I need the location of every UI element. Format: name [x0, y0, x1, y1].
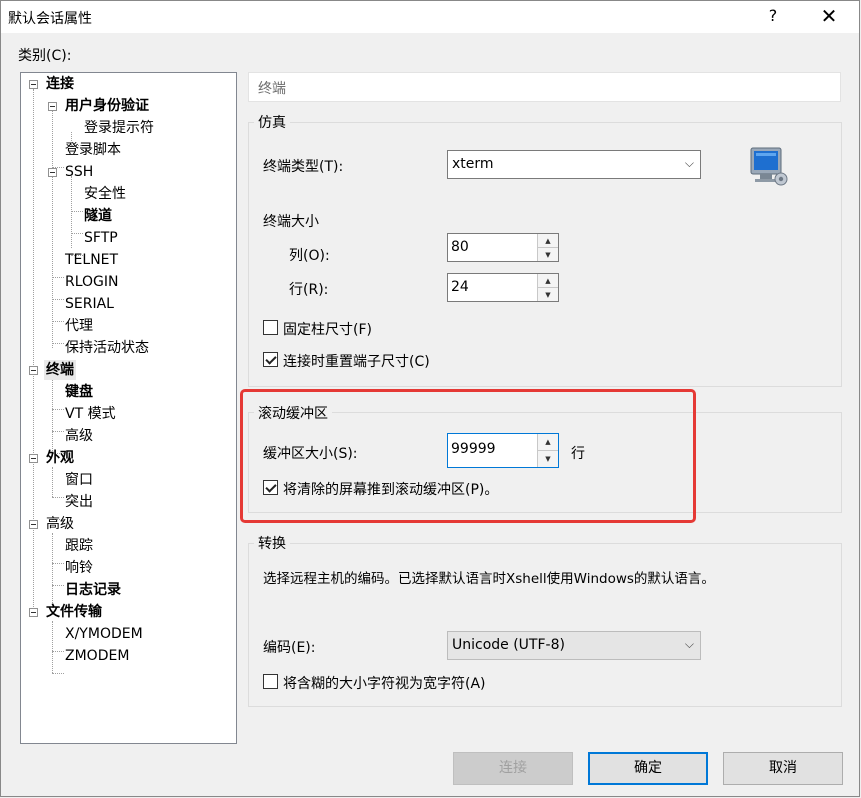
tree-item-xymodem[interactable]: X/YMODEM: [65, 624, 143, 644]
session-properties-dialog: 默认会话属性 ? ✕ 类别(C): 连接 用户身份验证 登录提示符 登录脚本 S…: [0, 0, 860, 797]
tree-item-proxy[interactable]: 代理: [65, 316, 93, 336]
terminal-type-select[interactable]: xterm ⌵: [447, 150, 701, 179]
panel-title-text: 终端: [258, 81, 286, 97]
tree-item-connection[interactable]: 连接: [46, 74, 74, 94]
encoding-value: Unicode (UTF-8): [452, 637, 565, 653]
cols-down-icon[interactable]: ▼: [538, 247, 558, 261]
tree-item-logging[interactable]: 日志记录: [65, 580, 121, 600]
tree-item-rlogin[interactable]: RLOGIN: [65, 272, 119, 292]
tree-item-file-transfer[interactable]: 文件传输: [46, 602, 102, 622]
terminal-monitor-icon: [750, 147, 788, 186]
tree-item-sftp[interactable]: SFTP: [84, 228, 118, 248]
rows-value: 24: [451, 279, 469, 295]
encoding-label: 编码(E):: [263, 640, 316, 656]
rows-up-icon[interactable]: ▲: [538, 274, 558, 288]
terminal-size-label: 终端大小: [263, 214, 319, 230]
collapse-terminal-icon[interactable]: [29, 366, 38, 375]
fixed-cols-checkbox[interactable]: [263, 320, 278, 335]
tree-item-login-prompt[interactable]: 登录提示符: [84, 118, 154, 138]
scrollback-down-icon[interactable]: ▼: [538, 450, 558, 467]
ambiguous-wide-label[interactable]: 将含糊的大小字符视为宽字符(A): [283, 673, 486, 693]
tree-item-window[interactable]: 窗口: [65, 470, 93, 490]
encoding-select[interactable]: Unicode (UTF-8) ⌵: [447, 631, 701, 660]
cols-spinner[interactable]: 80 ▲ ▼: [447, 233, 559, 262]
tree-item-tunnel[interactable]: 隧道: [84, 206, 112, 226]
reset-on-connect-checkbox[interactable]: [263, 352, 278, 367]
scrollback-unit-label: 行: [571, 446, 585, 462]
close-button[interactable]: ✕: [818, 5, 840, 27]
emulation-group-label: 仿真: [254, 112, 290, 132]
tree-item-terminal-advanced[interactable]: 高级: [65, 426, 93, 446]
rows-label: 行(R):: [289, 282, 329, 298]
scrollback-size-value: 99999: [451, 441, 496, 457]
tree-item-telnet[interactable]: TELNET: [65, 250, 118, 270]
panel-title: 终端: [248, 72, 841, 102]
tree-item-appearance[interactable]: 外观: [46, 448, 74, 468]
reset-on-connect-label[interactable]: 连接时重置端子尺寸(C): [283, 351, 430, 371]
tree-item-auth[interactable]: 用户身份验证: [65, 96, 149, 116]
tree-item-trace[interactable]: 跟踪: [65, 536, 93, 556]
scrollback-group-label: 滚动缓冲区: [254, 403, 332, 423]
collapse-file-transfer-icon[interactable]: [29, 608, 38, 617]
terminal-type-value: xterm: [452, 156, 494, 172]
tree-item-keyboard[interactable]: 键盘: [65, 382, 93, 402]
cancel-button[interactable]: 取消: [723, 752, 843, 785]
ok-button[interactable]: 确定: [588, 752, 708, 785]
tree-item-login-script[interactable]: 登录脚本: [65, 140, 121, 160]
rows-spinner[interactable]: 24 ▲ ▼: [447, 273, 559, 302]
terminal-type-label: 终端类型(T):: [263, 159, 344, 175]
tree-item-highlight[interactable]: 突出: [65, 492, 93, 512]
cols-up-icon[interactable]: ▲: [538, 234, 558, 248]
collapse-auth-icon[interactable]: [48, 102, 57, 111]
tree-item-keepalive[interactable]: 保持活动状态: [65, 338, 149, 358]
cols-label: 列(O):: [289, 248, 330, 264]
rows-down-icon[interactable]: ▼: [538, 287, 558, 301]
chevron-down-icon: ⌵: [684, 637, 694, 651]
tree-item-bell[interactable]: 响铃: [65, 558, 93, 578]
tree-item-security[interactable]: 安全性: [84, 184, 126, 204]
collapse-advanced-icon[interactable]: [29, 520, 38, 529]
connect-button[interactable]: 连接: [453, 752, 573, 785]
category-label: 类别(C):: [18, 48, 72, 64]
tree-item-zmodem[interactable]: ZMODEM: [65, 646, 129, 666]
collapse-ssh-icon[interactable]: [48, 168, 57, 177]
title-bar: 默认会话属性 ? ✕: [1, 1, 859, 33]
ambiguous-wide-checkbox[interactable]: [263, 674, 278, 689]
push-cleared-label[interactable]: 将清除的屏幕推到滚动缓冲区(P)。: [283, 479, 498, 499]
translation-group-label: 转换: [254, 533, 290, 553]
category-tree[interactable]: 连接 用户身份验证 登录提示符 登录脚本 SSH 安全性 隧道 SFTP TEL…: [20, 72, 237, 744]
cols-value: 80: [451, 239, 469, 255]
scrollback-size-label: 缓冲区大小(S):: [263, 446, 358, 462]
scrollback-up-icon[interactable]: ▲: [538, 434, 558, 451]
chevron-down-icon: ⌵: [684, 156, 694, 170]
tree-item-advanced[interactable]: 高级: [46, 514, 74, 534]
fixed-cols-label[interactable]: 固定柱尺寸(F): [283, 319, 372, 339]
translation-description: 选择远程主机的编码。已选择默认语言时Xshell使用Windows的默认语言。: [263, 571, 715, 587]
push-cleared-checkbox[interactable]: [263, 480, 278, 495]
window-title: 默认会话属性: [8, 11, 92, 27]
help-button[interactable]: ?: [765, 6, 781, 25]
collapse-appearance-icon[interactable]: [29, 454, 38, 463]
tree-item-ssh[interactable]: SSH: [65, 162, 93, 182]
scrollback-size-spinner[interactable]: 99999 ▲ ▼: [447, 433, 559, 468]
collapse-connection-icon[interactable]: [29, 80, 38, 89]
tree-item-terminal[interactable]: 终端: [44, 360, 76, 380]
tree-item-vt-mode[interactable]: VT 模式: [65, 404, 116, 424]
tree-item-serial[interactable]: SERIAL: [65, 294, 114, 314]
